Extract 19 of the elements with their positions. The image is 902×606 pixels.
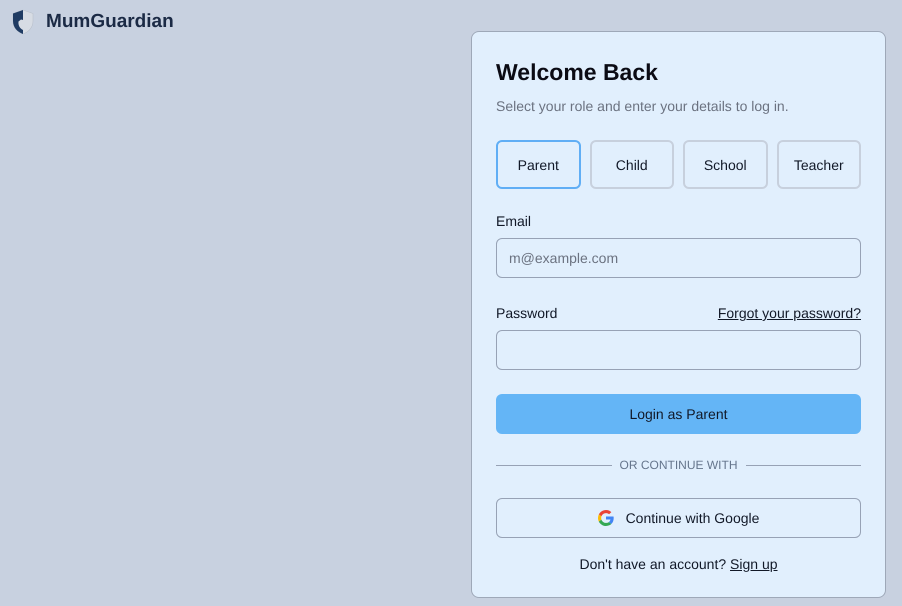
card-subtitle: Select your role and enter your details to log in. bbox=[496, 97, 790, 116]
signup-link[interactable]: Sign up bbox=[730, 556, 778, 572]
role-tab[interactable]: School bbox=[683, 140, 768, 189]
signup-prompt: Don't have an account? Sign up bbox=[578, 555, 779, 574]
divider-label: OR CONTINUE WITH bbox=[620, 458, 738, 472]
role-tab[interactable]: Child bbox=[590, 140, 674, 189]
field-label: Email bbox=[496, 213, 532, 229]
password-field[interactable] bbox=[496, 330, 861, 370]
shield-logo-icon bbox=[12, 9, 34, 35]
google-g-icon bbox=[598, 510, 614, 526]
login-button[interactable]: Login as Parent bbox=[496, 394, 861, 434]
role-tab[interactable]: Parent bbox=[496, 140, 580, 189]
field-label: Password bbox=[496, 305, 558, 321]
card-title: Welcome Back bbox=[496, 58, 659, 86]
email-field[interactable]: m@example.com bbox=[496, 238, 861, 278]
forgot-password-link[interactable]: Forgot your password? bbox=[718, 305, 861, 321]
google-button[interactable]: Continue with Google bbox=[496, 498, 861, 538]
role-tab[interactable]: Teacher bbox=[776, 140, 861, 189]
app-name: MumGuardian bbox=[46, 11, 174, 33]
